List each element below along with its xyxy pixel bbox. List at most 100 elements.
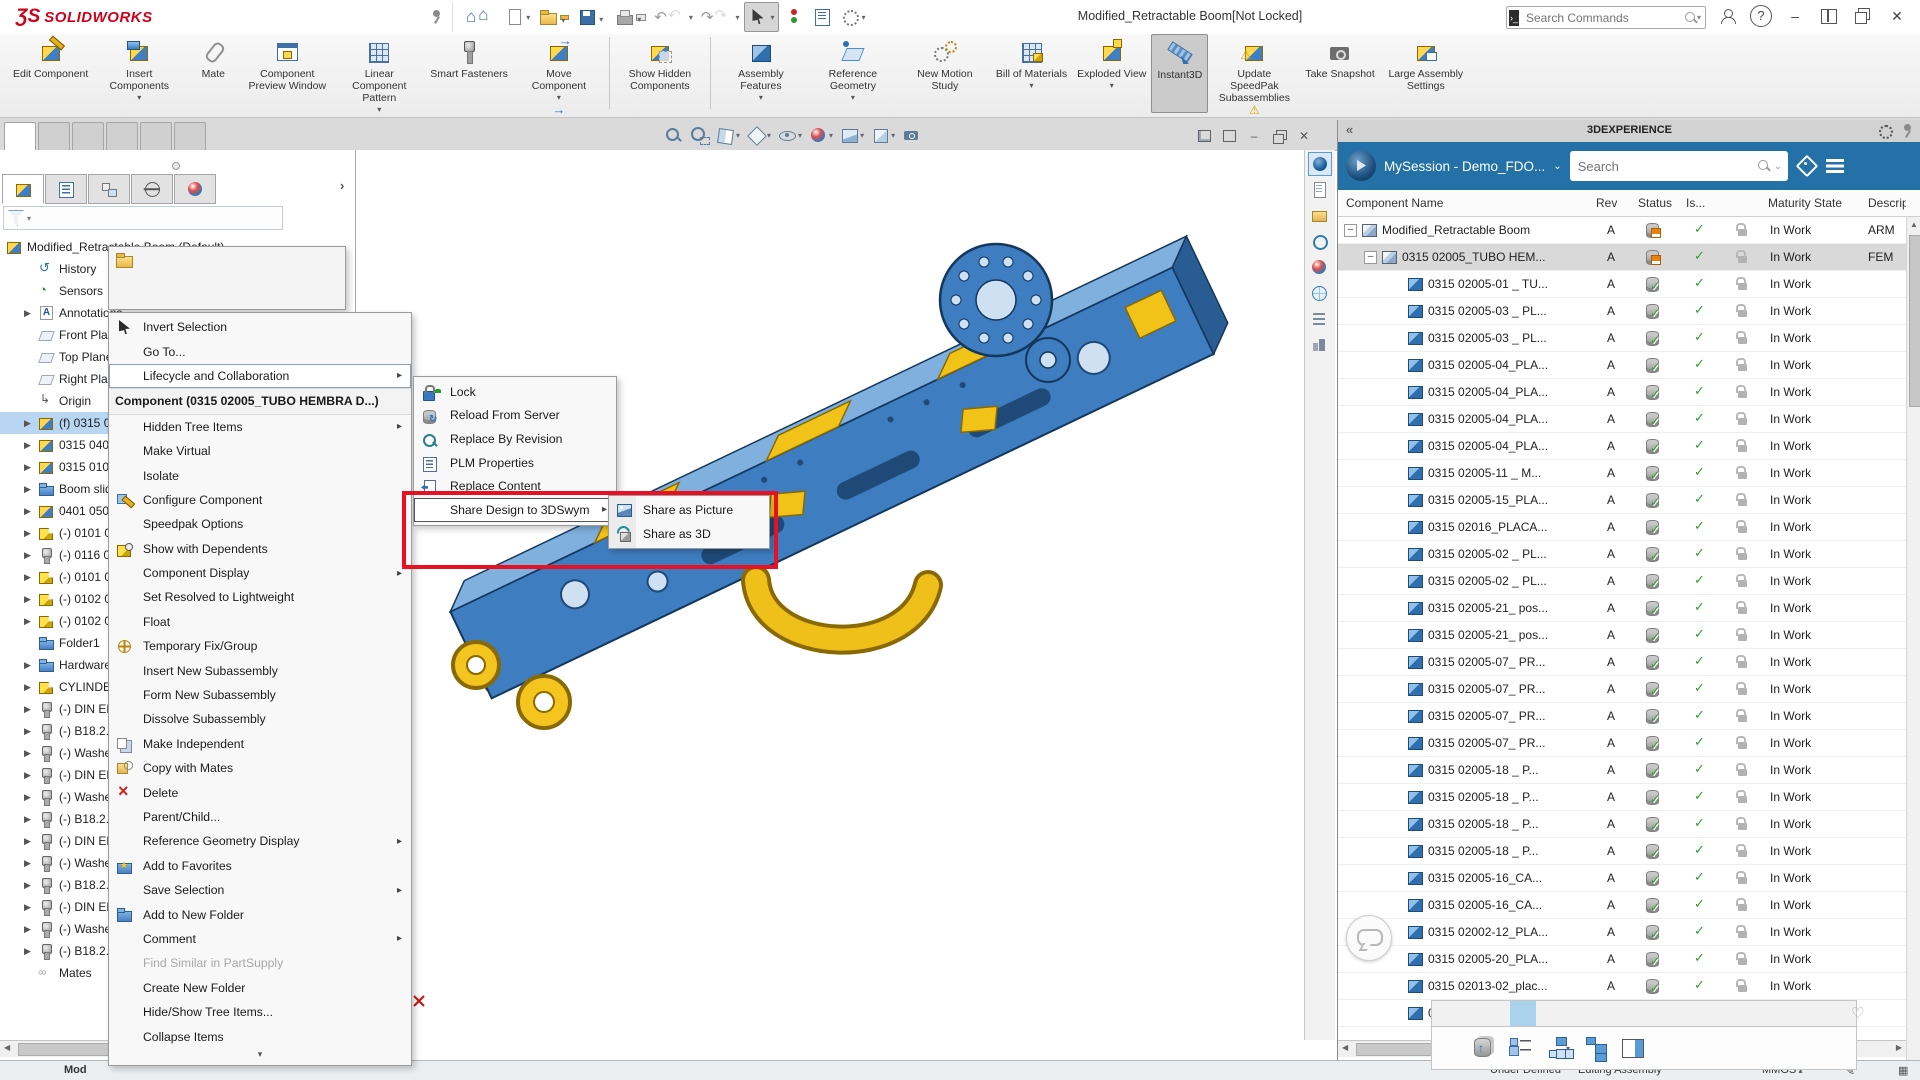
col-description[interactable]: Descrip xyxy=(1868,196,1906,210)
panel-tool-button[interactable]: ▾ xyxy=(1548,1035,1570,1061)
tag-icon[interactable] xyxy=(1796,155,1818,177)
panel-tab[interactable] xyxy=(1510,1001,1536,1026)
table-row[interactable]: 0315 02005-04_PLA... A In Work xyxy=(1338,406,1906,433)
context-menu-item[interactable]: Parent/Child... xyxy=(109,805,411,829)
expand-arrow-icon[interactable]: ▶ xyxy=(24,704,38,715)
doc-pane-right-icon[interactable] xyxy=(1221,128,1237,144)
quick-access-button[interactable] xyxy=(463,3,499,31)
expand-arrow-icon[interactable]: ▶ xyxy=(24,616,38,627)
quick-access-button[interactable] xyxy=(535,3,572,31)
expand-arrow-icon[interactable]: ▶ xyxy=(24,418,38,429)
panel-resize-handle[interactable] xyxy=(172,162,180,170)
ribbon-button[interactable]: Bill of Materials xyxy=(991,34,1072,113)
ribbon-button[interactable] xyxy=(710,37,711,109)
table-row[interactable]: 0315 02005-03 _ PL... A In Work xyxy=(1338,325,1906,352)
context-menu-item[interactable]: Configure Component xyxy=(109,488,411,512)
col-maturity[interactable]: Maturity State xyxy=(1768,196,1842,210)
share-submenu-item[interactable]: Share as 3D xyxy=(609,522,769,546)
ribbon-button[interactable]: New Motion Study xyxy=(899,34,991,113)
ribbon-button[interactable]: Reference Geometry xyxy=(807,34,899,113)
ribbon-button[interactable]: Linear Component Pattern xyxy=(333,34,425,113)
context-menu-item[interactable]: Comment xyxy=(109,927,411,951)
context-tool-icon[interactable] xyxy=(251,250,271,274)
table-row[interactable]: 0315 02005-20_PLA... A In Work xyxy=(1338,946,1906,973)
expand-arrow-icon[interactable]: ▶ xyxy=(24,660,38,671)
table-row[interactable]: 0315 02005-21_ pos... A In Work xyxy=(1338,622,1906,649)
panel-tool-button[interactable] xyxy=(1620,1035,1646,1061)
help-icon[interactable] xyxy=(1750,5,1772,27)
context-tool-icon[interactable] xyxy=(206,250,226,274)
table-row[interactable]: 0315 02005-04_PLA... A In Work xyxy=(1338,433,1906,460)
table-row[interactable]: 0315 02005-18 _ P... A In Work xyxy=(1338,784,1906,811)
ribbon-button[interactable]: Exploded View xyxy=(1072,34,1151,113)
panel-search-dropdown-icon[interactable]: ⌄ xyxy=(1774,161,1782,172)
row-expander-icon[interactable] xyxy=(1364,251,1377,264)
ribbon-button[interactable]: Mate xyxy=(185,34,241,113)
expand-arrow-icon[interactable]: ▶ xyxy=(24,748,38,759)
view-tool-button[interactable] xyxy=(840,126,864,145)
col-component-name[interactable]: Component Name xyxy=(1346,196,1443,210)
context-tool-icon[interactable] xyxy=(183,250,203,274)
quick-access-button[interactable] xyxy=(651,3,696,31)
panel-tab[interactable] xyxy=(1458,1001,1484,1026)
context-menu-item[interactable]: Speedpak Options xyxy=(109,512,411,536)
view-tool-button[interactable] xyxy=(778,126,802,145)
expand-arrow-icon[interactable]: ▶ xyxy=(24,946,38,957)
ribbon-button[interactable]: Insert Components xyxy=(93,34,185,113)
view-tool-button[interactable] xyxy=(664,126,683,145)
close-button[interactable]: ✕ xyxy=(1886,5,1908,27)
panel-tool-button[interactable]: ▾ xyxy=(1584,1035,1606,1061)
expand-arrow-icon[interactable]: ▶ xyxy=(24,792,38,803)
task-pane-tab[interactable] xyxy=(1308,282,1332,306)
expand-arrow-icon[interactable]: ▶ xyxy=(24,924,38,935)
task-pane-tab[interactable] xyxy=(1308,308,1332,332)
expand-arrow-icon[interactable]: ▶ xyxy=(24,550,38,561)
context-menu-item[interactable]: Form New Subassembly xyxy=(109,683,411,707)
context-tool-icon[interactable] xyxy=(320,250,340,274)
col-status[interactable]: Status xyxy=(1638,196,1672,210)
table-row[interactable]: 0315 02005-16_CA... A In Work xyxy=(1338,892,1906,919)
context-menu-item[interactable]: Invert Selection xyxy=(109,315,411,339)
expand-arrow-icon[interactable]: ▶ xyxy=(24,836,38,847)
table-row[interactable]: 0315 02005-18 _ P... A In Work xyxy=(1338,838,1906,865)
expand-arrow-icon[interactable]: ▶ xyxy=(24,880,38,891)
context-menu-item[interactable]: Delete xyxy=(109,780,411,804)
context-menu-item[interactable]: Make Virtual xyxy=(109,439,411,463)
table-row[interactable]: 0315 02005-04_PLA... A In Work xyxy=(1338,352,1906,379)
quick-access-button[interactable] xyxy=(501,3,533,31)
share-submenu-item[interactable]: Share as Picture xyxy=(609,498,769,522)
table-row[interactable]: 0315 02005-03 _ PL... A In Work xyxy=(1338,298,1906,325)
expand-arrow-icon[interactable]: ▶ xyxy=(24,726,38,737)
quick-access-button[interactable] xyxy=(809,3,835,31)
task-pane-tab[interactable] xyxy=(1308,230,1332,254)
minimize-button[interactable]: – xyxy=(1784,5,1806,27)
view-tool-button[interactable] xyxy=(716,126,740,145)
panel-tab[interactable] xyxy=(1484,1001,1510,1026)
context-menu-item[interactable]: Reference Geometry Display xyxy=(109,829,411,853)
scroll-left-icon[interactable]: ◀ xyxy=(1342,1043,1348,1052)
context-menu-item[interactable]: Collapse Items xyxy=(109,1024,411,1048)
context-tool-icon[interactable] xyxy=(138,277,159,301)
context-menu-item[interactable]: Temporary Fix/Group xyxy=(109,634,411,658)
ribbon-button[interactable]: Large Assembly Settings xyxy=(1380,34,1472,113)
view-tool-button[interactable] xyxy=(809,126,833,145)
context-menu-item[interactable]: Component (0315 02005_TUBO HEMBRA D...) xyxy=(109,388,411,414)
panel-menu-icon[interactable] xyxy=(1826,158,1846,174)
context-menu-item[interactable]: Find Similar in PartSupply xyxy=(109,951,411,975)
restore-button[interactable] xyxy=(1852,5,1874,27)
submenu-item[interactable]: Share Design to 3DSwym xyxy=(414,498,616,522)
table-row[interactable]: 0315 02005-07_ PR... A In Work xyxy=(1338,730,1906,757)
table-row[interactable]: 0315 02013-02_plac... A In Work xyxy=(1338,973,1906,1000)
ribbon-button[interactable]: Instant3D xyxy=(1151,34,1208,113)
panel-tab[interactable] xyxy=(1536,1001,1562,1026)
expand-arrow-icon[interactable]: ▶ xyxy=(24,506,38,517)
quick-access-button[interactable] xyxy=(698,3,743,31)
filter-dropdown-icon[interactable]: ▾ xyxy=(27,214,31,223)
table-row[interactable]: 0315 02005-11 _ M... A In Work xyxy=(1338,460,1906,487)
context-menu-item[interactable]: Make Independent xyxy=(109,732,411,756)
panel-tab[interactable] xyxy=(1432,1001,1458,1026)
task-pane-tab[interactable] xyxy=(1308,152,1332,176)
context-menu-item[interactable]: Go To... xyxy=(109,339,411,363)
expand-arrow-icon[interactable]: ▶ xyxy=(24,594,38,605)
ribbon-button[interactable] xyxy=(609,37,610,109)
